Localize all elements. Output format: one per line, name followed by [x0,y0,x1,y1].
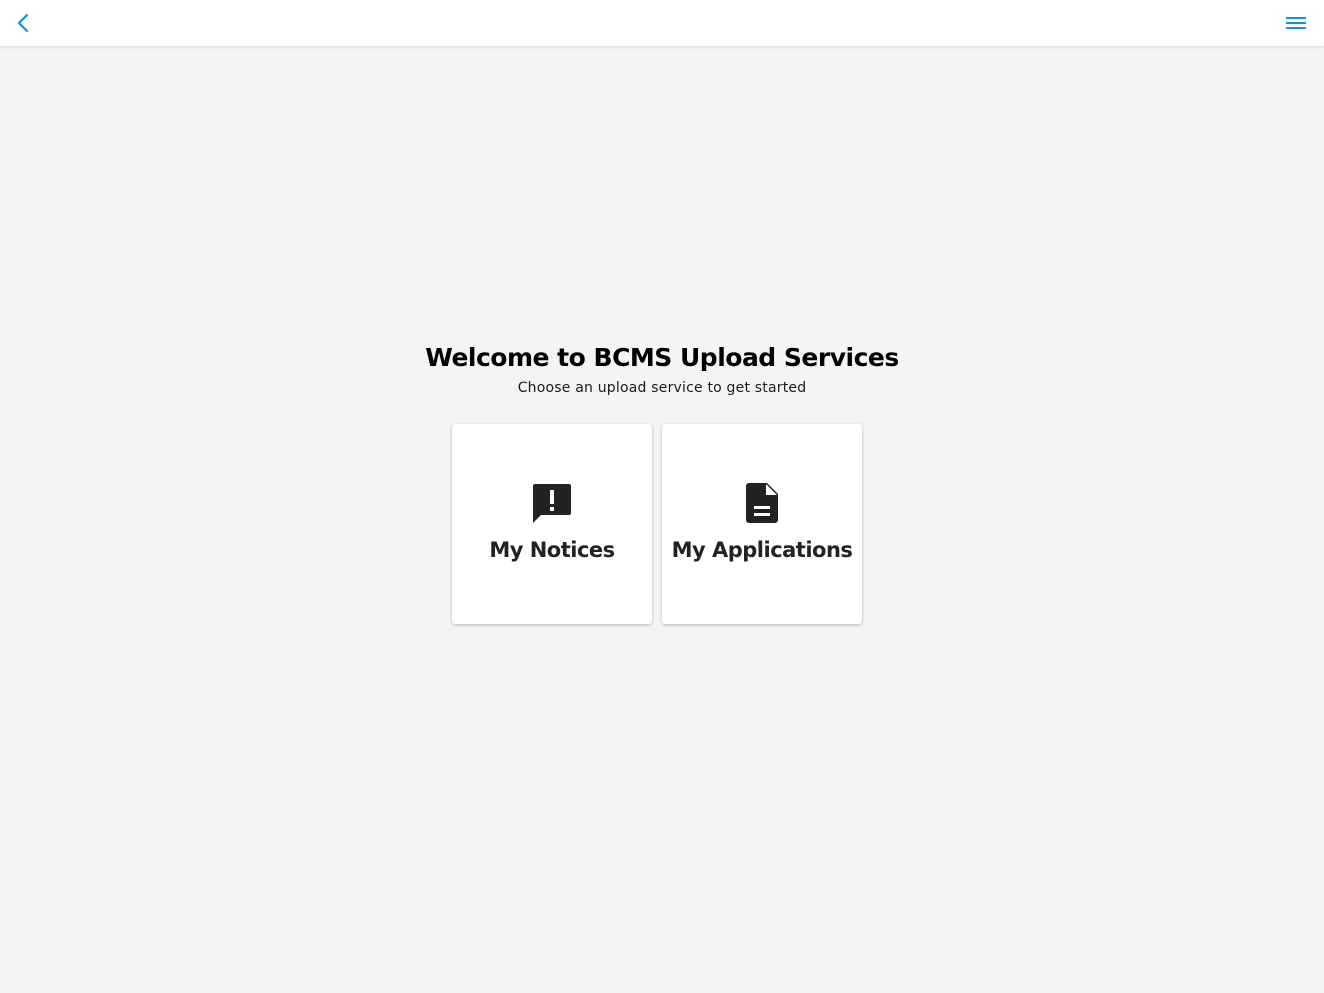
card-label: My Applications [671,538,853,562]
page-subtitle: Choose an upload service to get started [517,380,807,396]
my-notices-card[interactable]: My Notices [452,424,652,624]
menu-button[interactable] [1280,7,1312,39]
card-label: My Notices [489,538,615,562]
document-icon [662,482,862,524]
back-button[interactable] [8,7,40,39]
chevron-left-icon [17,13,29,33]
hamburger-menu-icon [1286,17,1306,29]
announcement-icon [452,482,652,524]
top-app-bar [0,0,1324,46]
my-applications-card[interactable]: My Applications [662,424,862,624]
page-title: Welcome to BCMS Upload Services [425,343,899,372]
main-content: Welcome to BCMS Upload Services Choose a… [0,46,1324,993]
